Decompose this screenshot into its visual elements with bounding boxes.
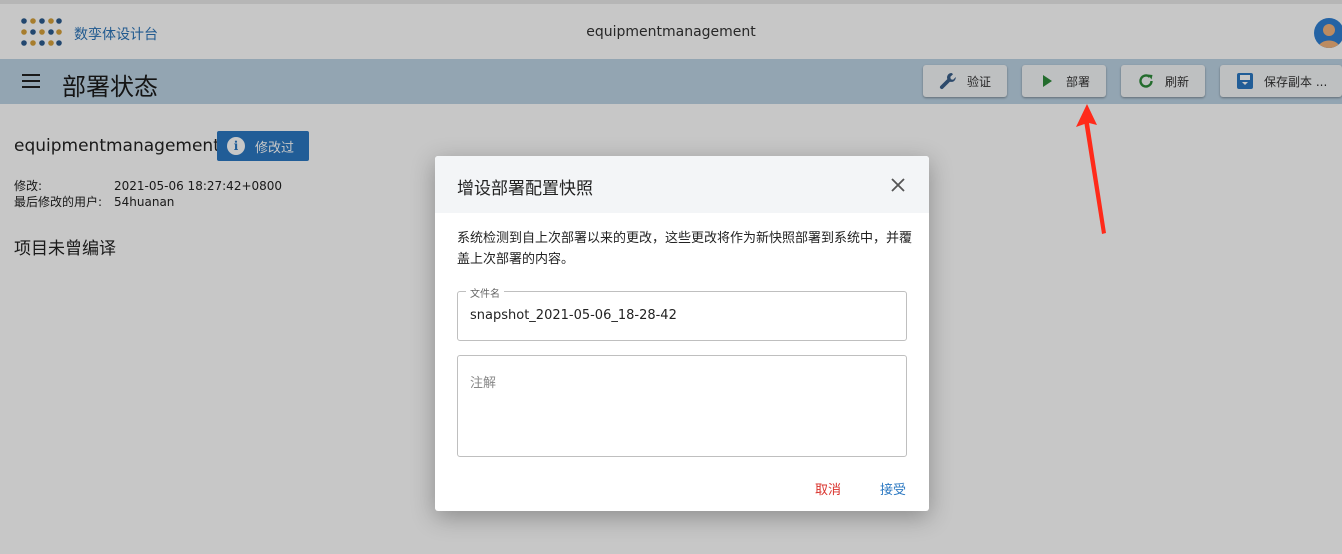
filename-label: 文件名	[466, 285, 504, 300]
dialog-header: 增设部署配置快照	[435, 156, 929, 213]
snapshot-dialog: 增设部署配置快照 系统检测到自上次部署以来的更改，这些更改将作为新快照部署到系统…	[435, 156, 929, 511]
dialog-description: 系统检测到自上次部署以来的更改，这些更改将作为新快照部署到系统中，并覆盖上次部署…	[457, 231, 913, 267]
comment-field[interactable]: 注解	[457, 355, 907, 457]
cancel-button[interactable]: 取消	[815, 479, 841, 498]
filename-field[interactable]: 文件名	[457, 285, 907, 341]
comment-placeholder: 注解	[470, 376, 497, 391]
red-arrow-annotation	[1076, 104, 1106, 234]
filename-input[interactable]	[470, 308, 890, 323]
close-icon[interactable]	[888, 175, 908, 195]
accept-button[interactable]: 接受	[880, 479, 906, 498]
dialog-title: 增设部署配置快照	[457, 179, 593, 199]
